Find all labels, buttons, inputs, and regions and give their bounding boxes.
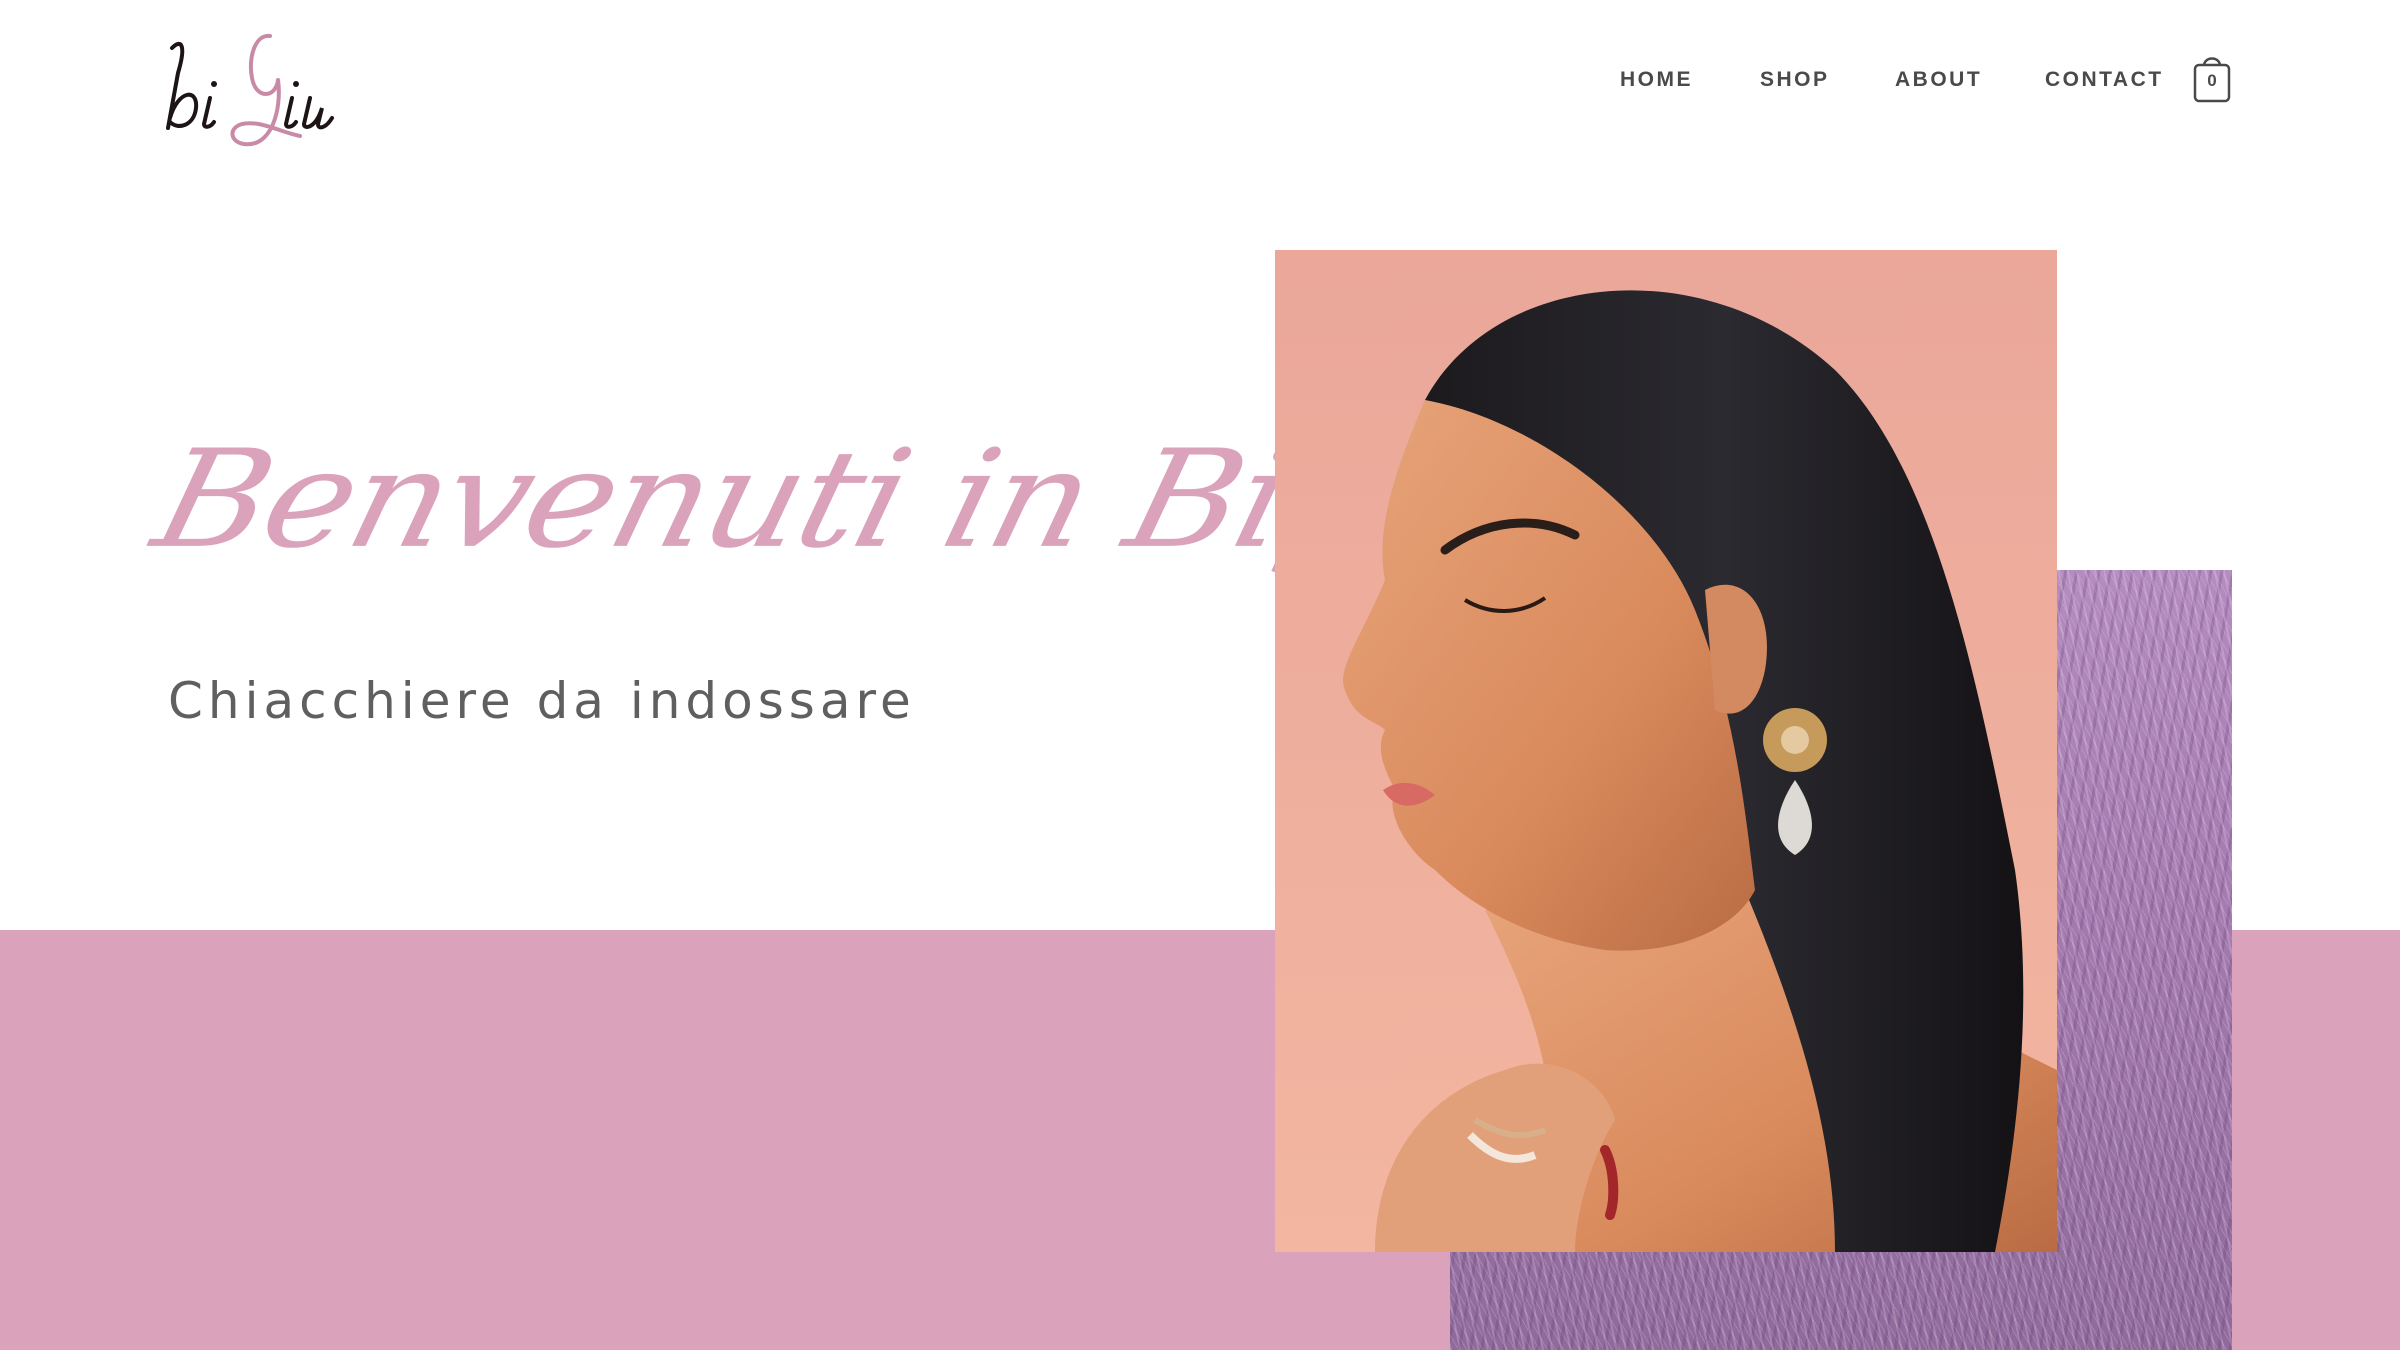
nav-shop[interactable]: SHOP xyxy=(1760,68,1830,92)
cart-button[interactable]: 0 xyxy=(2192,52,2232,104)
model-portrait-image xyxy=(1275,250,2057,1252)
cart-count-badge: 0 xyxy=(2207,71,2217,90)
nav-contact[interactable]: CONTACT xyxy=(2045,68,2164,92)
hero-subtitle: Chiacchiere da indossare xyxy=(168,672,916,730)
brand-logo[interactable] xyxy=(160,28,360,153)
brand-logo-mark xyxy=(166,34,334,147)
nav-about[interactable]: ABOUT xyxy=(1895,68,1982,92)
nav-home[interactable]: HOME xyxy=(1620,68,1693,92)
hero-title: Benvenuti in Bigiu xyxy=(140,410,1534,710)
